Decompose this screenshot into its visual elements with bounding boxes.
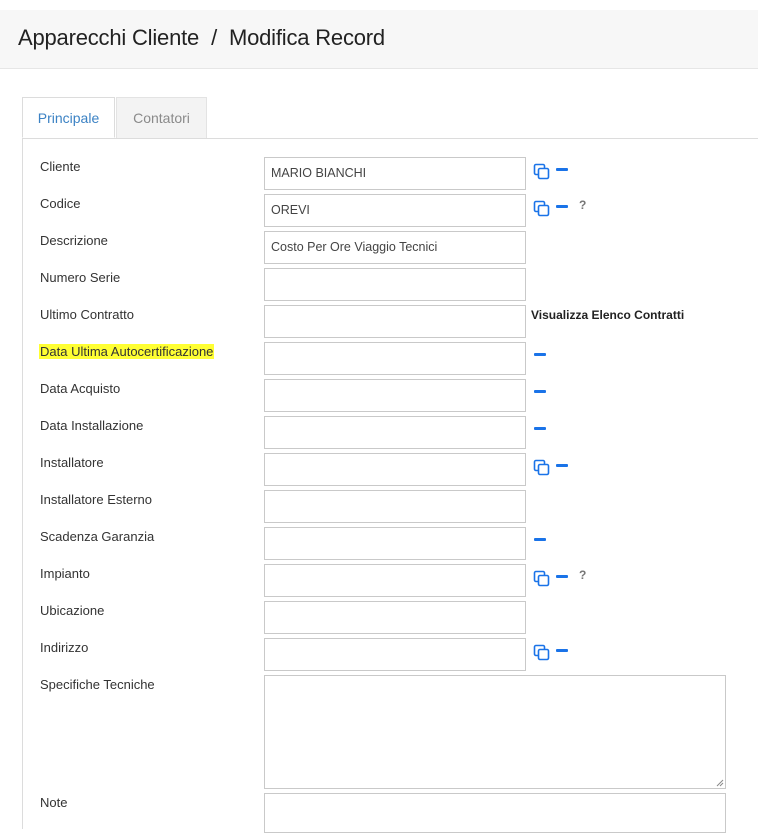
remove-icon[interactable]: [534, 427, 546, 430]
note-textarea[interactable]: [264, 793, 726, 833]
scadenza-garanzia-field[interactable]: [264, 527, 526, 560]
row-data-ultima-autocertificazione: Data Ultima Autocertificazione: [22, 342, 758, 379]
cliente-field[interactable]: MARIO BIANCHI: [264, 157, 526, 190]
row-installatore: Installatore: [22, 453, 758, 490]
breadcrumb-section: Apparecchi Cliente: [18, 25, 200, 50]
remove-icon[interactable]: [556, 575, 568, 578]
remove-icon[interactable]: [556, 649, 568, 652]
copy-icon[interactable]: [533, 570, 550, 587]
descrizione-label: Descrizione: [40, 233, 108, 248]
row-indirizzo: Indirizzo: [22, 638, 758, 675]
ultimo-contratto-field[interactable]: [264, 305, 526, 338]
row-impianto: Impianto ?: [22, 564, 758, 601]
view-contracts-link[interactable]: Visualizza Elenco Contratti: [531, 308, 684, 322]
help-icon[interactable]: ?: [579, 568, 586, 582]
tab-principale[interactable]: Principale: [22, 97, 115, 138]
row-installatore-esterno: Installatore Esterno: [22, 490, 758, 527]
specifiche-tecniche-textarea[interactable]: [264, 675, 726, 789]
row-codice: Codice OREVI ?: [22, 194, 758, 231]
row-ultimo-contratto: Ultimo Contratto Visualizza Elenco Contr…: [22, 305, 758, 342]
remove-icon[interactable]: [556, 168, 568, 171]
row-note: Note: [22, 793, 758, 833]
indirizzo-label: Indirizzo: [40, 640, 89, 655]
copy-icon[interactable]: [533, 200, 550, 217]
installatore-field[interactable]: [264, 453, 526, 486]
tab-divider: [22, 138, 758, 139]
row-descrizione: Descrizione Costo Per Ore Viaggio Tecnic…: [22, 231, 758, 268]
row-cliente: Cliente MARIO BIANCHI: [22, 157, 758, 194]
numero-serie-label: Numero Serie: [40, 270, 121, 285]
remove-icon[interactable]: [556, 464, 568, 467]
ubicazione-label: Ubicazione: [40, 603, 105, 618]
copy-icon[interactable]: [533, 163, 550, 180]
remove-icon[interactable]: [534, 353, 546, 356]
row-scadenza-garanzia: Scadenza Garanzia: [22, 527, 758, 564]
indirizzo-field[interactable]: [264, 638, 526, 671]
remove-icon[interactable]: [534, 538, 546, 541]
row-numero-serie: Numero Serie: [22, 268, 758, 305]
ultimo-contratto-label: Ultimo Contratto: [40, 307, 134, 322]
data-ultima-autocertificazione-label: Data Ultima Autocertificazione: [39, 344, 215, 359]
page-header: Apparecchi Cliente / Modifica Record: [0, 10, 758, 69]
impianto-label: Impianto: [40, 566, 90, 581]
installatore-label: Installatore: [40, 455, 104, 470]
row-ubicazione: Ubicazione: [22, 601, 758, 638]
remove-icon[interactable]: [534, 390, 546, 393]
codice-field[interactable]: OREVI: [264, 194, 526, 227]
row-data-acquisto: Data Acquisto: [22, 379, 758, 416]
copy-icon[interactable]: [533, 644, 550, 661]
breadcrumb-page: Modifica Record: [228, 25, 385, 50]
copy-icon[interactable]: [533, 459, 550, 476]
row-specifiche-tecniche: Specifiche Tecniche: [22, 675, 758, 791]
installatore-esterno-label: Installatore Esterno: [40, 492, 153, 507]
cliente-label: Cliente: [40, 159, 81, 174]
descrizione-field[interactable]: Costo Per Ore Viaggio Tecnici: [264, 231, 526, 264]
data-installazione-label: Data Installazione: [40, 418, 144, 433]
data-ultima-autocertificazione-field[interactable]: [264, 342, 526, 375]
row-data-installazione: Data Installazione: [22, 416, 758, 453]
tab-contatori[interactable]: Contatori: [116, 97, 207, 138]
remove-icon[interactable]: [556, 205, 568, 208]
codice-label: Codice: [40, 196, 81, 211]
note-label: Note: [40, 795, 68, 810]
specifiche-tecniche-label: Specifiche Tecniche: [40, 677, 155, 692]
numero-serie-field[interactable]: [264, 268, 526, 301]
installatore-esterno-field[interactable]: [264, 490, 526, 523]
scadenza-garanzia-label: Scadenza Garanzia: [40, 529, 155, 544]
page-title: Apparecchi Cliente / Modifica Record: [18, 25, 385, 51]
data-acquisto-field[interactable]: [264, 379, 526, 412]
resize-grip-icon[interactable]: [716, 779, 724, 787]
data-acquisto-label: Data Acquisto: [40, 381, 121, 396]
data-installazione-field[interactable]: [264, 416, 526, 449]
impianto-field[interactable]: [264, 564, 526, 597]
ubicazione-field[interactable]: [264, 601, 526, 634]
breadcrumb-separator: /: [211, 25, 217, 50]
help-icon[interactable]: ?: [579, 198, 586, 212]
